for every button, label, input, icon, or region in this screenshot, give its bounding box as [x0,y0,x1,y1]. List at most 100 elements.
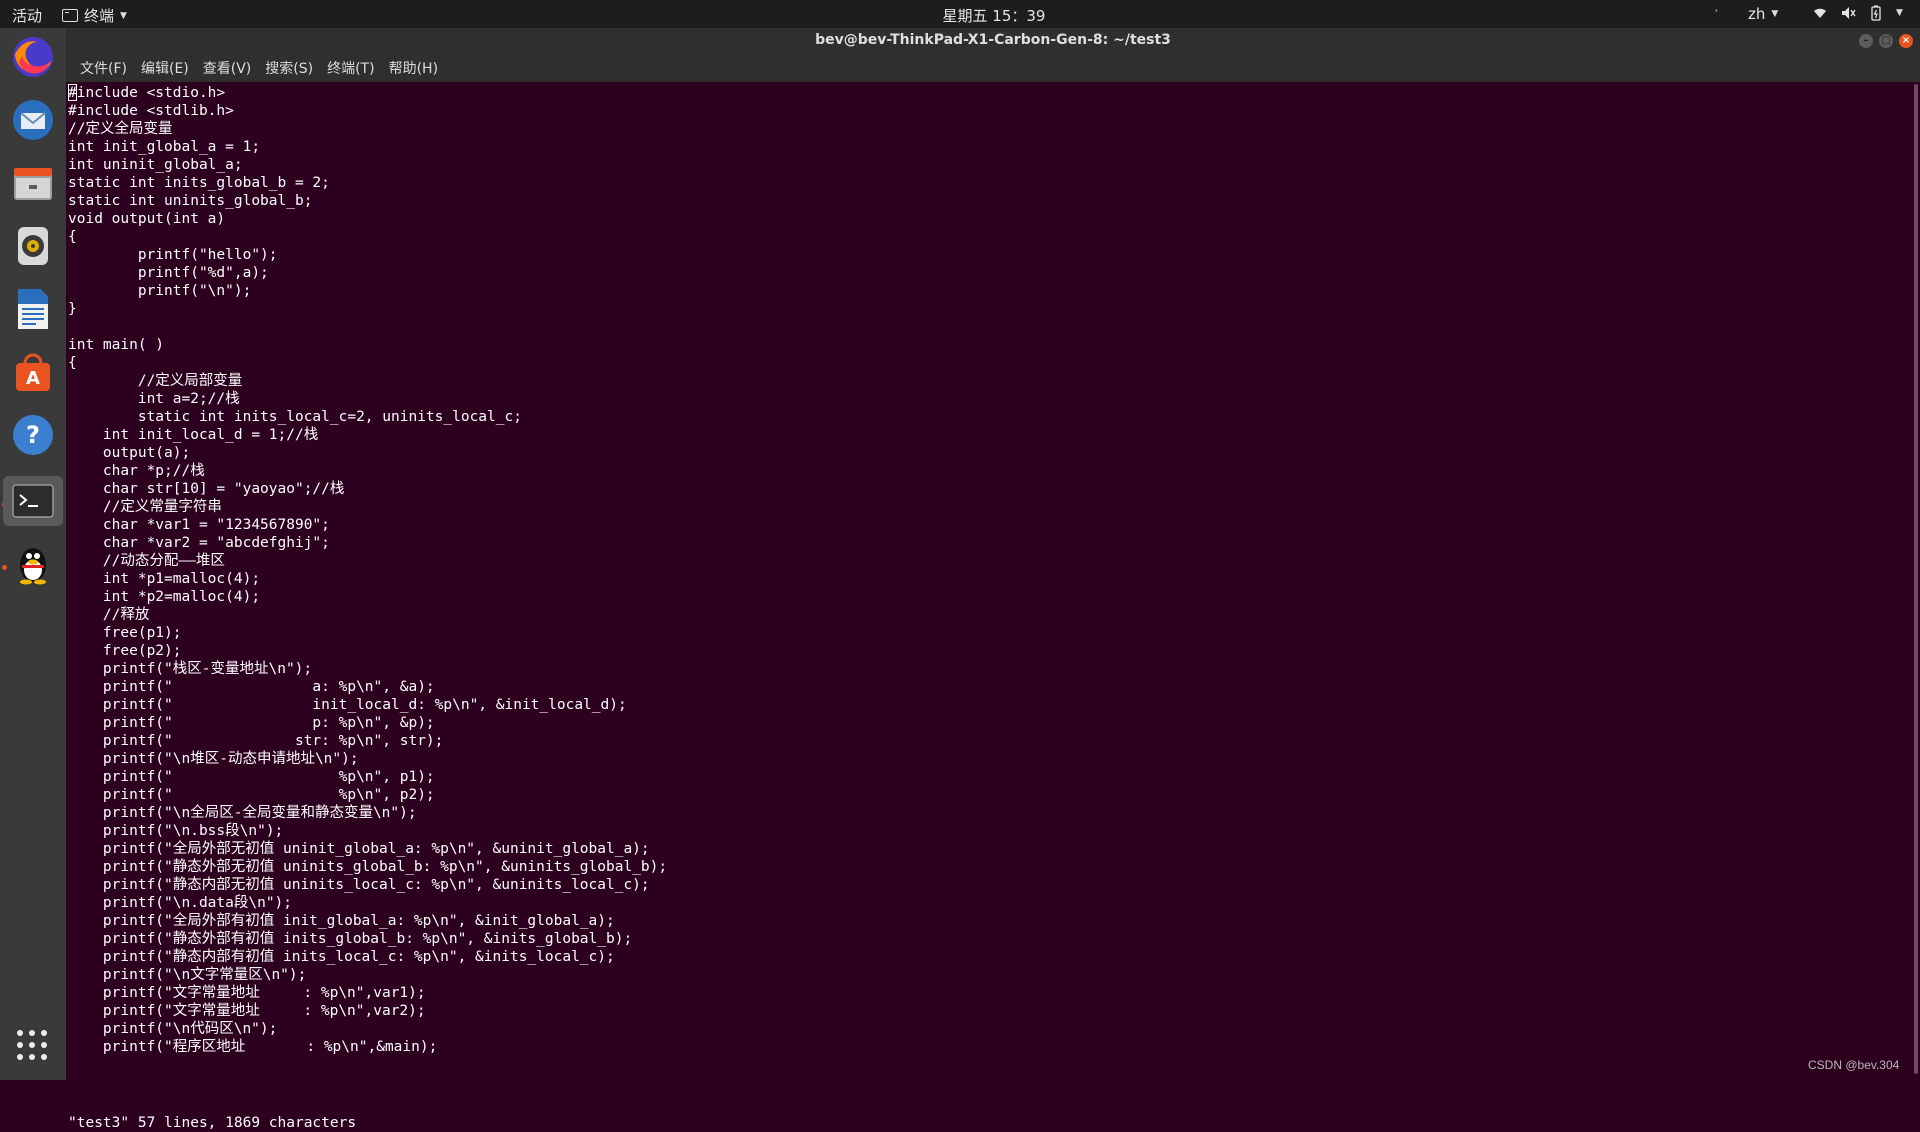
clock[interactable]: 星期五 15：39 [0,5,1920,26]
menu-view[interactable]: 查看(V) [196,58,259,78]
code-line: printf(" str: %p\n", str); [68,733,444,749]
code-line: int a=2;//栈 [68,391,240,407]
code-line: printf("静态内部无初值 uninits_local_c: %p\n", … [68,877,650,893]
close-button[interactable]: × [1899,34,1913,48]
code-line: int init_local_d = 1;//栈 [68,427,319,443]
chevron-down-icon: ▼ [1771,9,1779,19]
code-line: printf("\n代码区\n"); [68,1021,278,1037]
vim-status-line: "test3" 57 lines, 1869 characters [68,1115,357,1131]
code-line: char *p;//栈 [68,463,205,479]
code-line: printf("\n.data段\n"); [68,895,293,911]
code-line: printf("静态外部无初值 uninits_global_b: %p\n",… [68,859,668,875]
dock-files[interactable] [8,158,58,208]
code-line: //动态分配——堆区 [68,553,225,569]
code-line: #include <stdio.h> [68,84,667,102]
code-line: int uninit_global_a; [68,157,243,173]
files-icon [14,168,52,200]
code-line: output(a); [68,445,191,461]
code-line: printf(" %p\n", p2); [68,787,435,803]
writer-icon [18,289,48,329]
code-line: printf(" p: %p\n", &p); [68,715,435,731]
code-line: char *var1 = "1234567890"; [68,517,330,533]
running-indicator [2,565,7,570]
dock-software[interactable]: A [8,347,58,397]
code-line: printf("\n文字常量区\n"); [68,967,307,983]
code-line: printf("栈区-变量地址\n"); [68,661,313,677]
code-line: printf("静态内部有初值 inits_local_c: %p\n", &i… [68,949,615,965]
qq-penguin-icon [20,548,46,585]
dock-qq[interactable] [8,539,58,589]
terminal-icon [12,484,54,518]
dock-terminal[interactable] [3,476,63,526]
menu-help[interactable]: 帮助(H) [382,58,445,78]
code-line: printf("程序区地址 : %p\n",&main); [68,1039,438,1055]
menu-bar: 文件(F) 编辑(E) 查看(V) 搜索(S) 终端(T) 帮助(H) [66,54,1920,82]
code-line: printf("文字常量地址 : %p\n",var1); [68,985,426,1001]
code-line: printf("全局外部有初值 init_global_a: %p\n", &i… [68,913,615,929]
code-line: static int uninits_global_b; [68,193,313,209]
scrollbar[interactable] [1914,82,1920,1080]
code-line: printf("\n堆区-动态申请地址\n"); [68,751,359,767]
code-line: static int inits_local_c=2, uninits_loca… [68,409,522,425]
terminal-window: bev@bev-ThinkPad-X1-Carbon-Gen-8: ~/test… [66,28,1920,1131]
dock-writer[interactable] [8,284,58,334]
dock-firefox[interactable] [8,32,58,82]
maximize-button[interactable]: □ [1879,34,1893,48]
dock-thunderbird[interactable] [8,95,58,145]
code-line: printf(" init_local_d: %p\n", &init_loca… [68,697,627,713]
input-method-menu[interactable]: zh ▼ [1748,5,1778,23]
code-line: printf("全局外部无初值 uninit_global_a: %p\n", … [68,841,650,857]
show-applications-icon[interactable] [17,1030,47,1060]
language-label: zh [1748,5,1766,23]
code-line: printf("\n.bss段\n"); [68,823,284,839]
code-line: printf("\n"); [68,283,252,299]
code-line: printf("\n全局区-全局变量和静态变量\n"); [68,805,417,821]
terminal-content[interactable]: #include <stdio.h> #include <stdlib.h> //定… [66,82,1920,1131]
top-bar: 活动 终端 ▼ 星期五 15：39 · zh ▼ ▼ [0,0,1920,28]
code-line: printf("静态外部有初值 inits_global_b: %p\n", &… [68,931,633,947]
code-line: //定义局部变量 [68,373,243,389]
dock-rhythmbox[interactable] [8,221,58,271]
svg-text:A: A [26,368,40,389]
code-line: #include <stdlib.h> [68,103,234,119]
window-title: bev@bev-ThinkPad-X1-Carbon-Gen-8: ~/test… [815,32,1171,48]
code-buffer[interactable]: #include <stdio.h> #include <stdlib.h> //定… [68,84,667,1056]
menu-search[interactable]: 搜索(S) [258,58,320,78]
code-line: //释放 [68,607,150,623]
code-line: static int inits_global_b = 2; [68,175,330,191]
code-line: free(p2); [68,643,182,659]
notification-dot-icon: · [1714,2,1719,20]
window-titlebar[interactable]: bev@bev-ThinkPad-X1-Carbon-Gen-8: ~/test… [66,28,1920,54]
code-line: free(p1); [68,625,182,641]
code-line: { [68,355,77,371]
menu-edit[interactable]: 编辑(E) [134,58,196,78]
code-line: printf("%d",a); [68,265,269,281]
dock-help[interactable]: ? [8,410,58,460]
code-line: char str[10] = "yaoyao";//栈 [68,481,345,497]
code-line: } [68,301,77,317]
battery-icon [1871,5,1881,21]
code-line: printf(" %p\n", p1); [68,769,435,785]
minimize-button[interactable]: – [1859,34,1873,48]
code-line: printf("文字常量地址 : %p\n",var2); [68,1003,426,1019]
code-line: char *var2 = "abcdefghij"; [68,535,330,551]
rhythmbox-icon [18,227,48,265]
menu-file[interactable]: 文件(F) [73,58,134,78]
wifi-icon [1814,8,1826,18]
code-line: printf("hello"); [68,247,278,263]
volume-icon [1842,7,1856,19]
thunderbird-mail-icon [13,100,53,140]
code-line: int init_global_a = 1; [68,139,261,155]
chevron-down-icon: ▼ [1896,8,1903,18]
code-line: printf(" a: %p\n", &a); [68,679,435,695]
code-line: //定义常量字符串 [68,499,222,515]
software-center-icon: A [16,353,50,391]
code-line: void output(int a) [68,211,226,227]
system-tray[interactable]: ▼ [1812,5,1903,21]
code-line: { [68,229,77,245]
code-line: int *p1=malloc(4); [68,571,261,587]
help-icon: ? [13,415,53,455]
menu-terminal[interactable]: 终端(T) [320,58,381,78]
scrollbar-thumb[interactable] [1914,84,1918,1074]
